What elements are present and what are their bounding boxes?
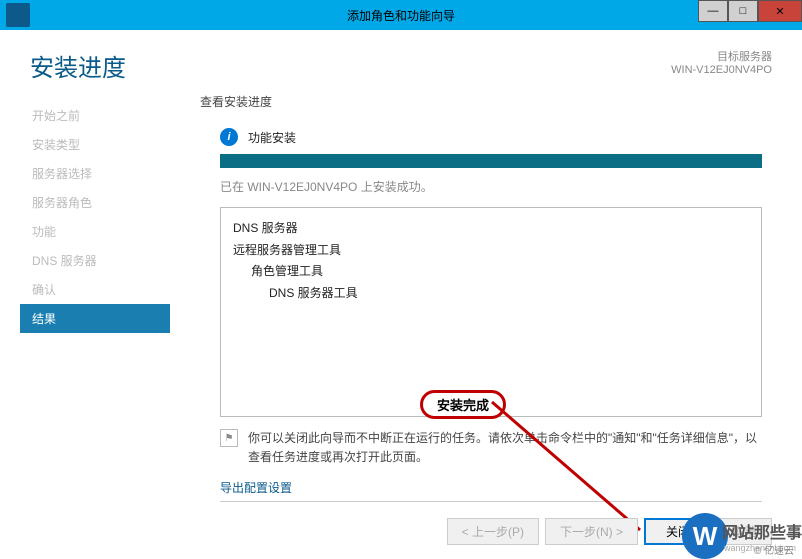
export-config-link[interactable]: 导出配置设置 xyxy=(220,479,292,496)
progress-bar xyxy=(220,154,762,168)
next-button: 下一步(N) > xyxy=(545,518,638,545)
cancel-button: 取消 xyxy=(718,518,772,545)
sidebar-item-features: 功能 xyxy=(20,217,170,246)
minimize-button[interactable]: — xyxy=(698,0,728,22)
sidebar-item-dns-server: DNS 服务器 xyxy=(20,246,170,275)
header: 安装进度 目标服务器 WIN-V12EJ0NV4PO xyxy=(0,30,802,93)
sidebar-item-install-type: 安装类型 xyxy=(20,130,170,159)
info-icon: i xyxy=(220,128,238,146)
titlebar: 添加角色和功能向导 — □ ✕ xyxy=(0,0,802,30)
window-controls: — □ ✕ xyxy=(698,0,802,22)
results-box: DNS 服务器 远程服务器管理工具 角色管理工具 DNS 服务器工具 xyxy=(220,207,762,417)
divider xyxy=(220,501,762,502)
note-text: 你可以关闭此向导而不中断正在运行的任务。请依次单击命令栏中的"通知"和"任务详细… xyxy=(248,429,762,467)
flag-icon: ⚑ xyxy=(220,429,238,447)
view-progress-label: 查看安装进度 xyxy=(200,93,782,110)
close-wizard-button[interactable]: 关闭 xyxy=(644,518,712,545)
page-title: 安装进度 xyxy=(30,48,126,83)
window-title: 添加角色和功能向导 xyxy=(347,7,455,24)
result-line-role-tools: 角色管理工具 xyxy=(251,261,749,283)
footer-buttons: < 上一步(P) 下一步(N) > 关闭 取消 xyxy=(447,518,772,545)
result-line-rsat: 远程服务器管理工具 xyxy=(233,240,749,262)
sidebar-item-server-roles: 服务器角色 xyxy=(20,188,170,217)
success-message: 已在 WIN-V12EJ0NV4PO 上安装成功。 xyxy=(220,178,782,195)
body: 开始之前 安装类型 服务器选择 服务器角色 功能 DNS 服务器 确认 结果 查… xyxy=(0,93,802,502)
sidebar-item-before-you-begin: 开始之前 xyxy=(20,101,170,130)
note-row: ⚑ 你可以关闭此向导而不中断正在运行的任务。请依次单击命令栏中的"通知"和"任务… xyxy=(220,429,762,467)
result-line-dns: DNS 服务器 xyxy=(233,218,749,240)
maximize-button[interactable]: □ xyxy=(728,0,758,22)
previous-button: < 上一步(P) xyxy=(447,518,539,545)
result-line-dns-tools: DNS 服务器工具 xyxy=(269,283,749,305)
sidebar: 开始之前 安装类型 服务器选择 服务器角色 功能 DNS 服务器 确认 结果 xyxy=(20,93,170,502)
close-button[interactable]: ✕ xyxy=(758,0,802,22)
sidebar-item-results: 结果 xyxy=(20,304,170,333)
watermark-sub: © 亿速云 xyxy=(754,542,794,557)
target-server: 目标服务器 WIN-V12EJ0NV4PO xyxy=(671,48,772,76)
sidebar-item-server-selection: 服务器选择 xyxy=(20,159,170,188)
feature-install-label: 功能安装 xyxy=(248,129,296,146)
main-panel: 查看安装进度 i 功能安装 已在 WIN-V12EJ0NV4PO 上安装成功。 … xyxy=(170,93,782,502)
app-icon xyxy=(6,3,30,27)
status-row: i 功能安装 xyxy=(220,128,782,146)
target-value: WIN-V12EJ0NV4PO xyxy=(671,64,772,76)
target-label: 目标服务器 xyxy=(671,48,772,64)
sidebar-item-confirmation: 确认 xyxy=(20,275,170,304)
